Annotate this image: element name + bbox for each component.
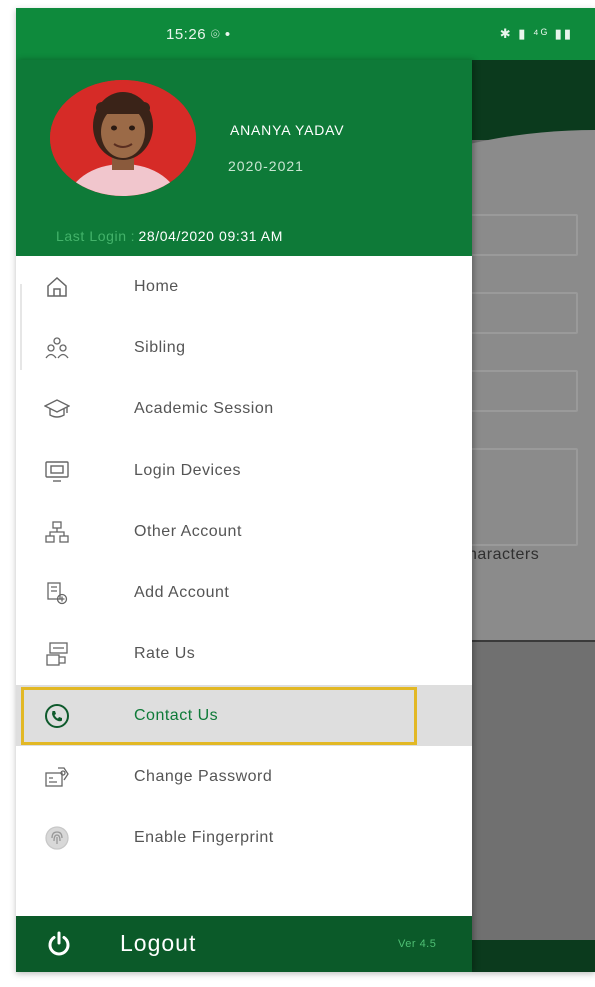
power-icon — [46, 931, 72, 957]
sibling-icon — [44, 335, 70, 361]
phone-screen: 15:26 ⌾ • ✱ ▮ ⁴ᴳ ▮▮ haracters ANANYA YAD… — [16, 8, 595, 972]
menu-item-label: Add Account — [134, 584, 230, 602]
add-account-icon — [44, 580, 70, 606]
last-login-value: 28/04/2020 09:31 AM — [138, 228, 284, 244]
monitor-icon — [44, 458, 70, 484]
menu-item-sibling[interactable]: Sibling — [16, 317, 472, 378]
logout-button[interactable]: Logout — [120, 930, 196, 957]
home-icon — [44, 274, 70, 300]
network-icon — [44, 519, 70, 545]
graduation-cap-icon — [44, 396, 70, 422]
menu-item-label: Academic Session — [134, 400, 274, 418]
phone-icon — [44, 703, 70, 729]
background-field — [456, 292, 578, 334]
rate-icon — [44, 641, 70, 667]
menu-item-label: Other Account — [134, 522, 242, 540]
menu-item-label: Home — [134, 277, 179, 295]
background-textarea — [456, 448, 578, 546]
menu-item-change-password[interactable]: Change Password — [16, 746, 472, 807]
drawer-header: ANANYA YADAV 2020-2021 Last Login:28/04/… — [16, 60, 472, 256]
menu-item-enable-fingerprint[interactable]: Enable Fingerprint — [16, 808, 472, 869]
last-login-label: Last Login — [56, 228, 127, 244]
menu-item-label: Rate Us — [134, 645, 196, 663]
menu-item-other-account[interactable]: Other Account — [16, 501, 472, 562]
menu-item-academic-session[interactable]: Academic Session — [16, 379, 472, 440]
menu-item-add-account[interactable]: Add Account — [16, 562, 472, 623]
app-version: Ver 4.5 — [398, 938, 437, 950]
status-time: 15:26 ⌾ • — [166, 26, 231, 43]
menu-item-label: Enable Fingerprint — [134, 829, 274, 847]
system-status-icons: ✱ ▮ ⁴ᴳ ▮▮ — [499, 26, 573, 41]
menu-item-label: Sibling — [134, 338, 186, 356]
menu-item-contact-us[interactable]: Contact Us — [16, 685, 472, 747]
navigation-drawer: ANANYA YADAV 2020-2021 Last Login:28/04/… — [16, 60, 472, 972]
menu-item-label: Contact Us — [134, 706, 219, 724]
background-field — [456, 214, 578, 256]
last-login: Last Login:28/04/2020 09:31 AM — [56, 228, 283, 244]
fingerprint-icon — [44, 825, 70, 851]
logout-bar[interactable]: Logout Ver 4.5 — [16, 916, 472, 972]
menu-item-login-devices[interactable]: Login Devices — [16, 440, 472, 501]
user-session: 2020-2021 — [228, 158, 304, 174]
avatar[interactable] — [50, 80, 196, 196]
password-icon — [44, 764, 70, 790]
selection-highlight — [21, 687, 417, 746]
menu-item-rate-us[interactable]: Rate Us — [16, 624, 472, 685]
drawer-menu: Home Sibling Academic Session Login Devi… — [16, 256, 472, 869]
background-field — [456, 370, 578, 412]
menu-item-label: Login Devices — [134, 461, 241, 479]
user-name: ANANYA YADAV — [230, 122, 345, 138]
menu-item-home[interactable]: Home — [16, 256, 472, 317]
status-bar: 15:26 ⌾ • ✱ ▮ ⁴ᴳ ▮▮ — [16, 8, 595, 60]
menu-item-label: Change Password — [134, 768, 273, 786]
last-login-separator: : — [130, 228, 135, 244]
background-char-hint: haracters — [468, 546, 540, 563]
